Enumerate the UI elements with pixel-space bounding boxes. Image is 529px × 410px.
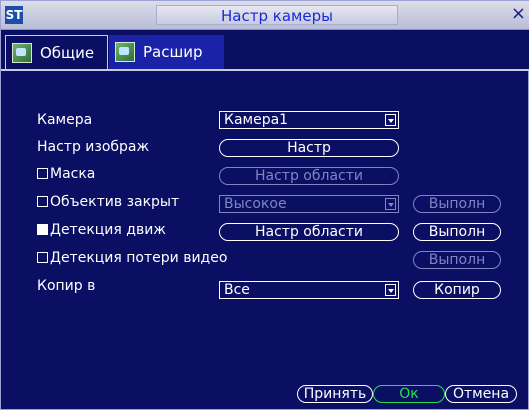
motion-checkbox[interactable] bbox=[37, 224, 48, 235]
mask-label: Маска bbox=[50, 166, 96, 182]
tab-general-icon bbox=[12, 42, 32, 63]
chevron-down-icon bbox=[385, 198, 396, 210]
copy-to-select[interactable]: Все bbox=[219, 281, 399, 299]
copy-to-label: Копир в bbox=[37, 278, 96, 294]
window-title: Настр камеры bbox=[156, 5, 398, 25]
motion-area-button[interactable]: Настр области bbox=[219, 223, 399, 241]
copy-button[interactable]: Копир bbox=[413, 281, 501, 299]
close-icon[interactable]: × bbox=[511, 4, 526, 24]
mask-row: Маска bbox=[37, 165, 95, 183]
motion-row: Детекция движ bbox=[37, 221, 166, 239]
mask-checkbox[interactable] bbox=[37, 168, 48, 179]
camera-settings-window: ST Настр камеры × Общие Расшир Камера Ка… bbox=[0, 0, 529, 410]
lens-closed-checkbox[interactable] bbox=[37, 196, 48, 207]
title-bar: ST Настр камеры × bbox=[1, 1, 529, 30]
copy-to-value: Все bbox=[224, 282, 250, 298]
tab-advanced[interactable]: Расшир bbox=[109, 35, 224, 69]
motion-label: Детекция движ bbox=[50, 222, 166, 238]
tab-general[interactable]: Общие bbox=[5, 35, 108, 69]
chevron-down-icon bbox=[385, 284, 396, 296]
lens-closed-row: Объектив закрыт bbox=[37, 193, 179, 211]
video-loss-label: Детекция потери видео bbox=[50, 250, 228, 266]
cancel-button[interactable]: Отмена bbox=[445, 385, 517, 403]
mask-area-button[interactable]: Настр области bbox=[219, 167, 399, 185]
tab-advanced-icon bbox=[115, 42, 135, 62]
camera-label: Камера bbox=[37, 112, 93, 128]
image-settings-button[interactable]: Настр bbox=[219, 139, 399, 157]
tab-advanced-label: Расшир bbox=[143, 43, 203, 61]
tab-divider bbox=[1, 69, 529, 71]
chevron-down-icon bbox=[385, 114, 396, 126]
camera-select[interactable]: Камера1 bbox=[219, 111, 399, 129]
video-loss-row: Детекция потери видео bbox=[37, 249, 227, 267]
video-loss-checkbox[interactable] bbox=[37, 252, 48, 263]
motion-action-button[interactable]: Выполн bbox=[413, 223, 501, 241]
lens-sensitivity-value: Высокое bbox=[224, 196, 287, 212]
video-loss-action-button[interactable]: Выполн bbox=[413, 251, 501, 269]
camera-select-value: Камера1 bbox=[224, 112, 289, 128]
lens-sensitivity-select[interactable]: Высокое bbox=[219, 195, 399, 213]
app-logo: ST bbox=[5, 6, 23, 24]
apply-button[interactable]: Принять bbox=[297, 385, 373, 403]
lens-closed-action-button[interactable]: Выполн bbox=[413, 195, 501, 213]
ok-button[interactable]: Ок bbox=[373, 385, 445, 403]
lens-closed-label: Объектив закрыт bbox=[50, 194, 180, 210]
image-settings-label: Настр изображ bbox=[37, 139, 150, 155]
tab-general-label: Общие bbox=[40, 43, 95, 62]
